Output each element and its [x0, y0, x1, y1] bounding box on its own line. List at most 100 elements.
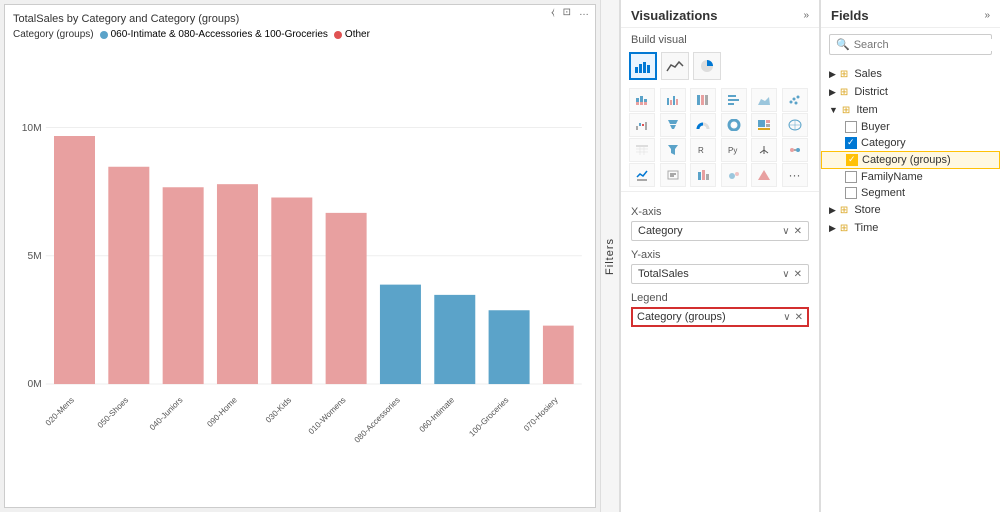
viz-icon-more[interactable]: ···: [782, 163, 808, 187]
svg-text:Py: Py: [728, 146, 737, 155]
field-item-familyname[interactable]: FamilyName: [821, 169, 1000, 185]
viz-icon-scatter[interactable]: [782, 88, 808, 112]
viz-icon-kpi[interactable]: [629, 163, 655, 187]
field-group-time[interactable]: ▶ ⊞ Time: [821, 219, 1000, 237]
viz-icon-horiz-bar[interactable]: [721, 88, 747, 112]
svg-text:040-Juniors: 040-Juniors: [148, 396, 185, 433]
viz-panel-title: Visualizations: [631, 8, 717, 23]
legend-dot-teal: [100, 31, 108, 39]
svg-text:020-Mens: 020-Mens: [44, 396, 76, 428]
field-group-store[interactable]: ▶ ⊞ Store: [821, 201, 1000, 219]
viz-type-pie[interactable]: [693, 52, 721, 80]
item-arrow: ▼: [829, 105, 838, 115]
svg-text:010-Womens: 010-Womens: [307, 396, 348, 437]
viz-icon-donut[interactable]: [721, 113, 747, 137]
viz-icon-stacked-bar[interactable]: [629, 88, 655, 112]
segment-label: Segment: [861, 187, 905, 199]
field-group-time-header[interactable]: ▶ ⊞ Time: [821, 219, 1000, 237]
time-arrow: ▶: [829, 223, 836, 234]
viz-icon-funnel[interactable]: [660, 113, 686, 137]
category-checkbox[interactable]: [845, 137, 857, 149]
viz-icon-python[interactable]: Py: [721, 138, 747, 162]
viz-icon-clustered-bar[interactable]: [660, 88, 686, 112]
category-label: Category: [861, 137, 906, 149]
x-axis-label: X-axis: [631, 206, 809, 218]
buyer-label: Buyer: [861, 121, 890, 133]
field-group-sales-header[interactable]: ▶ ⊞ Sales: [821, 65, 1000, 83]
viz-icon-waterfall[interactable]: [629, 113, 655, 137]
segment-checkbox[interactable]: [845, 187, 857, 199]
viz-icon-decomp[interactable]: [751, 138, 777, 162]
chart-container: 10M 5M 0M 020-Mens 050-Shoes 040-Juniors…: [13, 46, 587, 472]
y-axis-clear[interactable]: ✕: [794, 269, 802, 280]
more-icon[interactable]: …: [577, 5, 591, 20]
category-groups-checkbox[interactable]: [846, 154, 858, 166]
store-table-icon: ⊞: [840, 205, 848, 216]
viz-icon-table[interactable]: R: [690, 138, 716, 162]
chart-toolbar: ⧼ ⊡ …: [549, 5, 591, 20]
field-group-item: ▼ ⊞ Item Buyer Category Category (groups…: [821, 101, 1000, 201]
viz-type-bar[interactable]: [629, 52, 657, 80]
viz-expand-icon[interactable]: »: [803, 10, 809, 21]
svg-text:10M: 10M: [22, 123, 42, 134]
legend-axis-clear[interactable]: ✕: [795, 312, 803, 323]
chart-legend: Category (groups) 060-Intimate & 080-Acc…: [13, 29, 587, 40]
y-axis-text: TotalSales: [638, 268, 782, 280]
y-axis-value[interactable]: TotalSales ∨ ✕: [631, 264, 809, 284]
legend-item-other: Other: [334, 29, 370, 40]
filters-tab[interactable]: Filters: [600, 0, 620, 512]
viz-icon-treemap[interactable]: [751, 113, 777, 137]
sales-label: Sales: [854, 68, 882, 80]
viz-type-line[interactable]: [661, 52, 689, 80]
familyname-label: FamilyName: [861, 171, 923, 183]
filters-label: Filters: [604, 238, 616, 275]
buyer-checkbox[interactable]: [845, 121, 857, 133]
viz-icon-matrix[interactable]: [629, 138, 655, 162]
time-label: Time: [854, 222, 878, 234]
legend-axis-chevron[interactable]: ∨: [783, 312, 790, 323]
viz-icon-gauge[interactable]: [690, 113, 716, 137]
y-axis-label: Y-axis: [631, 249, 809, 261]
viz-icon-100pct-bar[interactable]: [690, 88, 716, 112]
y-axis-chevron[interactable]: ∨: [782, 269, 789, 280]
viz-icon-ai[interactable]: [782, 138, 808, 162]
search-input[interactable]: [854, 39, 996, 51]
viz-top-buttons: [621, 50, 819, 84]
viz-icon-text[interactable]: [660, 163, 686, 187]
viz-icon-map[interactable]: [782, 113, 808, 137]
viz-icon-filter[interactable]: [660, 138, 686, 162]
field-group-district-header[interactable]: ▶ ⊞ District: [821, 83, 1000, 101]
x-axis-clear[interactable]: ✕: [794, 226, 802, 237]
x-axis-icons: ∨ ✕: [782, 226, 802, 237]
category-groups-label: Category (groups): [862, 154, 951, 166]
familyname-checkbox[interactable]: [845, 171, 857, 183]
field-item-segment[interactable]: Segment: [821, 185, 1000, 201]
fields-expand-icon[interactable]: »: [984, 10, 990, 21]
viz-icon-bubble[interactable]: [721, 163, 747, 187]
legend-axis-value[interactable]: Category (groups) ∨ ✕: [637, 311, 803, 323]
field-group-store-header[interactable]: ▶ ⊞ Store: [821, 201, 1000, 219]
viz-icon-shape[interactable]: [751, 163, 777, 187]
expand-icon[interactable]: ⊡: [561, 5, 573, 20]
item-table-icon: ⊞: [842, 105, 850, 116]
svg-text:070-Hosiery: 070-Hosiery: [522, 395, 560, 433]
x-axis-value[interactable]: Category ∨ ✕: [631, 221, 809, 241]
district-label: District: [854, 86, 888, 98]
field-group-district[interactable]: ▶ ⊞ District: [821, 83, 1000, 101]
field-group-item-header[interactable]: ▼ ⊞ Item: [821, 101, 1000, 119]
legend-item-pink: 060-Intimate & 080-Accessories & 100-Gro…: [100, 29, 328, 40]
store-label: Store: [854, 204, 880, 216]
viz-panel-header: Visualizations »: [621, 0, 819, 28]
field-item-category[interactable]: Category: [821, 135, 1000, 151]
field-item-category-groups[interactable]: Category (groups): [821, 151, 1000, 169]
field-item-buyer[interactable]: Buyer: [821, 119, 1000, 135]
build-visual-label: Build visual: [621, 28, 819, 50]
svg-text:060-Intimate: 060-Intimate: [418, 395, 457, 434]
viz-icon-chart[interactable]: [690, 163, 716, 187]
field-group-sales[interactable]: ▶ ⊞ Sales: [821, 65, 1000, 83]
x-axis-chevron[interactable]: ∨: [782, 226, 789, 237]
filter-icon[interactable]: ⧼: [549, 5, 557, 20]
fields-search-box[interactable]: 🔍: [829, 34, 992, 55]
legend-axis-text: Category (groups): [637, 311, 783, 323]
viz-icon-area[interactable]: [751, 88, 777, 112]
